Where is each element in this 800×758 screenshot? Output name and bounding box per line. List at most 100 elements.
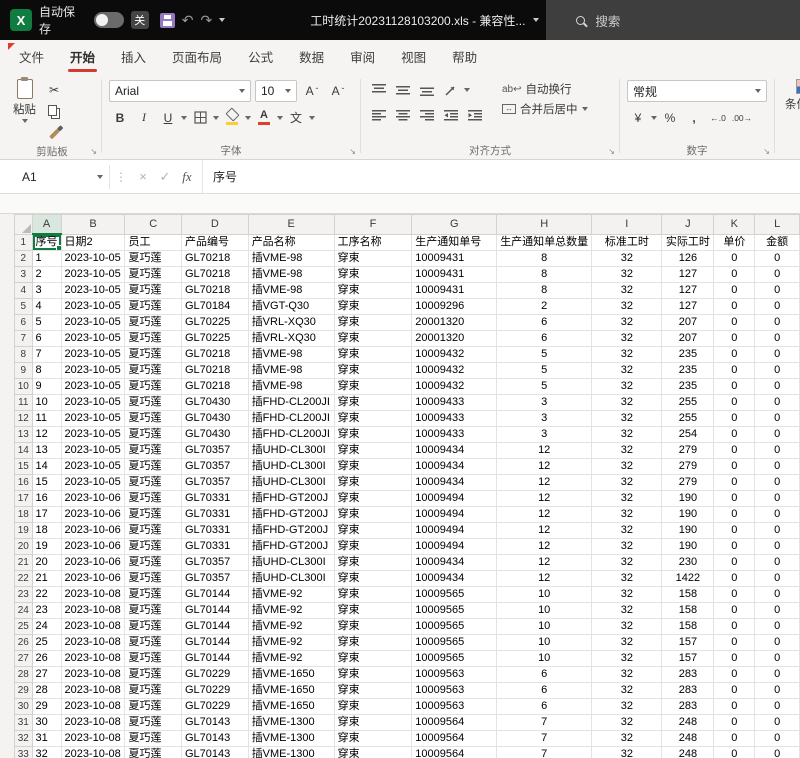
row-header-27[interactable]: 27 [15,651,33,667]
cell-F14[interactable]: 穿束 [334,443,412,459]
align-left-button[interactable] [368,105,390,124]
cell-G31[interactable]: 10009564 [412,715,497,731]
cell-B11[interactable]: 2023-10-05 [61,395,125,411]
cell-G20[interactable]: 10009494 [412,539,497,555]
tab-file[interactable]: 文件 [6,40,57,72]
cell-I2[interactable]: 32 [592,251,662,267]
row-header-30[interactable]: 30 [15,699,33,715]
cell-B8[interactable]: 2023-10-05 [61,347,125,363]
cell-D2[interactable]: GL70218 [181,251,248,267]
cell-D20[interactable]: GL70331 [181,539,248,555]
cell-G6[interactable]: 20001320 [412,315,497,331]
cell-F22[interactable]: 穿束 [334,571,412,587]
cell-L4[interactable]: 0 [755,283,800,299]
cell-J3[interactable]: 127 [662,267,714,283]
cell-E15[interactable]: 插UHD-CL300I [248,459,334,475]
document-title[interactable]: 工时统计20231128103200.xls - 兼容性... [310,12,539,29]
cell-F11[interactable]: 穿束 [334,395,412,411]
cell-E33[interactable]: 插VME-1300 [248,747,334,758]
column-header-B[interactable]: B [61,215,125,235]
cell-B14[interactable]: 2023-10-05 [61,443,125,459]
cell-D13[interactable]: GL70430 [181,427,248,443]
row-header-7[interactable]: 7 [15,331,33,347]
cell-B6[interactable]: 2023-10-05 [61,315,125,331]
cell-B25[interactable]: 2023-10-08 [61,619,125,635]
cell-J6[interactable]: 207 [662,315,714,331]
cell-I14[interactable]: 32 [592,443,662,459]
cell-K29[interactable]: 0 [714,683,755,699]
cell-L13[interactable]: 0 [755,427,800,443]
cell-I20[interactable]: 32 [592,539,662,555]
cell-E6[interactable]: 插VRL-XQ30 [248,315,334,331]
cell-H8[interactable]: 5 [497,347,592,363]
cell-G16[interactable]: 10009434 [412,475,497,491]
cell-F6[interactable]: 穿束 [334,315,412,331]
cell-C3[interactable]: 夏巧莲 [125,267,182,283]
cell-J16[interactable]: 279 [662,475,714,491]
cell-J5[interactable]: 127 [662,299,714,315]
cell-F8[interactable]: 穿束 [334,347,412,363]
cell-G24[interactable]: 10009565 [412,603,497,619]
cell-C33[interactable]: 夏巧莲 [125,747,182,758]
column-header-A[interactable]: A [32,215,61,235]
cell-H16[interactable]: 12 [497,475,592,491]
conditional-formatting-button[interactable]: 条件格式 [778,74,800,114]
cell-A30[interactable]: 29 [32,699,61,715]
cell-D27[interactable]: GL70144 [181,651,248,667]
cell-C8[interactable]: 夏巧莲 [125,347,182,363]
cell-G2[interactable]: 10009431 [412,251,497,267]
cell-D3[interactable]: GL70218 [181,267,248,283]
cell-I9[interactable]: 32 [592,363,662,379]
cell-H32[interactable]: 7 [497,731,592,747]
cell-C28[interactable]: 夏巧莲 [125,667,182,683]
cell-L8[interactable]: 0 [755,347,800,363]
alignment-dialog-launcher[interactable]: ↘ [608,148,615,156]
cell-H14[interactable]: 12 [497,443,592,459]
cell-L11[interactable]: 0 [755,395,800,411]
cell-B18[interactable]: 2023-10-06 [61,507,125,523]
cell-E24[interactable]: 插VME-92 [248,603,334,619]
cell-G29[interactable]: 10009563 [412,683,497,699]
cell-I33[interactable]: 32 [592,747,662,758]
cell-A28[interactable]: 27 [32,667,61,683]
cell-L26[interactable]: 0 [755,635,800,651]
row-header-21[interactable]: 21 [15,555,33,571]
cell-K7[interactable]: 0 [714,331,755,347]
cell-L21[interactable]: 0 [755,555,800,571]
cell-E12[interactable]: 插FHD-CL200JI [248,411,334,427]
cell-G8[interactable]: 10009432 [412,347,497,363]
column-header-K[interactable]: K [714,215,755,235]
fill-color-chevron-icon[interactable] [245,116,251,120]
cell-H1[interactable]: 生产通知单总数量 [497,234,592,251]
cell-C19[interactable]: 夏巧莲 [125,523,182,539]
cell-A6[interactable]: 5 [32,315,61,331]
cell-E9[interactable]: 插VME-98 [248,363,334,379]
cell-I22[interactable]: 32 [592,571,662,587]
cell-H2[interactable]: 8 [497,251,592,267]
cell-F20[interactable]: 穿束 [334,539,412,555]
column-header-G[interactable]: G [412,215,497,235]
cell-E4[interactable]: 插VME-98 [248,283,334,299]
row-header-2[interactable]: 2 [15,251,33,267]
font-color-chevron-icon[interactable] [277,116,283,120]
cell-H5[interactable]: 2 [497,299,592,315]
cell-D5[interactable]: GL70184 [181,299,248,315]
cell-H21[interactable]: 12 [497,555,592,571]
orientation-button[interactable] [440,80,462,99]
row-header-5[interactable]: 5 [15,299,33,315]
cell-L16[interactable]: 0 [755,475,800,491]
cell-G11[interactable]: 10009433 [412,395,497,411]
cell-G7[interactable]: 20001320 [412,331,497,347]
cell-F3[interactable]: 穿束 [334,267,412,283]
cell-A13[interactable]: 12 [32,427,61,443]
cell-D6[interactable]: GL70225 [181,315,248,331]
cell-C23[interactable]: 夏巧莲 [125,587,182,603]
cell-K15[interactable]: 0 [714,459,755,475]
cell-G30[interactable]: 10009563 [412,699,497,715]
cell-F31[interactable]: 穿束 [334,715,412,731]
cell-L15[interactable]: 0 [755,459,800,475]
cell-D24[interactable]: GL70144 [181,603,248,619]
column-header-I[interactable]: I [592,215,662,235]
cell-A2[interactable]: 1 [32,251,61,267]
cell-E7[interactable]: 插VRL-XQ30 [248,331,334,347]
